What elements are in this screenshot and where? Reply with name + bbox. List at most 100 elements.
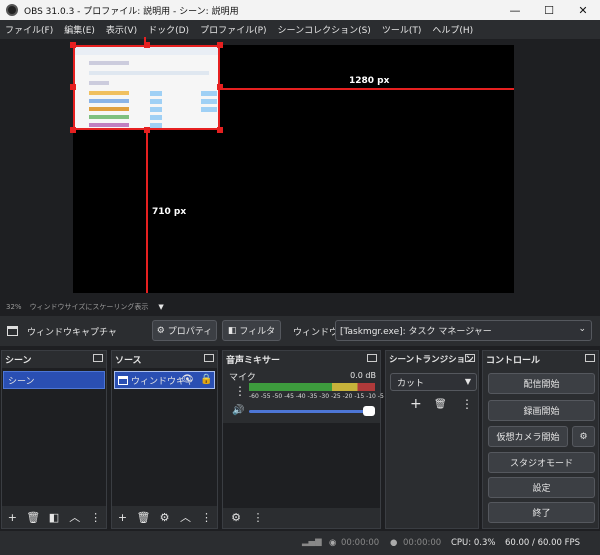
sources-header: ソース bbox=[112, 351, 217, 367]
add-scene-icon[interactable]: + bbox=[2, 511, 23, 524]
trash-icon[interactable]: 🗑 bbox=[133, 511, 154, 524]
move-up-icon[interactable]: ︿ bbox=[64, 509, 85, 525]
menu-view[interactable]: 表示(V) bbox=[101, 23, 143, 36]
scene-filter-icon[interactable]: ◧ bbox=[44, 511, 65, 524]
undock-icon[interactable] bbox=[585, 354, 595, 362]
menu-file[interactable]: ファイル(F) bbox=[0, 23, 59, 36]
obs-logo-icon bbox=[6, 4, 18, 16]
preview-canvas[interactable]: 1280 px 710 px bbox=[70, 37, 514, 293]
chevron-down-icon: ⌄ bbox=[578, 324, 586, 334]
network-signal-icon: ▂▄▆ bbox=[302, 537, 322, 547]
start-streaming-button[interactable]: 配信開始 bbox=[488, 373, 595, 394]
volume-meter bbox=[249, 387, 375, 391]
more-icon[interactable]: ⋮ bbox=[234, 384, 246, 398]
more-icon[interactable]: ⋮ bbox=[461, 397, 473, 411]
track-name: マイク bbox=[229, 373, 256, 383]
exit-button[interactable]: 終了 bbox=[488, 502, 595, 523]
volume-slider-thumb[interactable] bbox=[363, 406, 375, 416]
source-item[interactable]: ウィンドウキャ 👁 🔒 bbox=[114, 371, 215, 389]
minimize-button[interactable]: — bbox=[498, 0, 532, 20]
more-icon[interactable]: ⋮ bbox=[85, 511, 106, 524]
undock-icon[interactable] bbox=[465, 354, 475, 362]
record-status-icon: ● bbox=[390, 538, 398, 548]
mixer-track: マイク 0.0 dB ⋮ -60 -55 -50 -45 -40 -35 -30… bbox=[223, 368, 389, 420]
settings-button[interactable]: 設定 bbox=[488, 477, 595, 498]
studio-mode-button[interactable]: スタジオモード bbox=[488, 452, 595, 473]
eye-icon[interactable]: 👁 bbox=[181, 374, 194, 385]
speaker-icon[interactable]: 🔊 bbox=[232, 405, 244, 416]
rotation-handle-line bbox=[144, 37, 146, 43]
trash-icon[interactable]: 🗑 bbox=[434, 399, 447, 410]
fps-readout: 60.00 / 60.00 FPS bbox=[505, 538, 581, 548]
scenes-list: シーン bbox=[2, 368, 106, 506]
virtual-camera-button[interactable]: 仮想カメラ開始 bbox=[488, 426, 568, 447]
lock-icon[interactable]: 🔒 bbox=[200, 374, 212, 385]
maximize-button[interactable]: ☐ bbox=[532, 0, 566, 20]
sources-toolbar: + 🗑 ⚙ ︿ ⋮ bbox=[112, 506, 217, 528]
menu-dock[interactable]: ドック(D) bbox=[143, 23, 195, 36]
scene-item[interactable]: シーン bbox=[3, 371, 105, 389]
window-title: OBS 31.0.3 - プロファイル: 説明用 - シーン: 説明用 bbox=[24, 6, 239, 17]
captured-window-thumbnail[interactable] bbox=[73, 45, 220, 130]
menu-scene-collection[interactable]: シーンコレクション(S) bbox=[273, 23, 377, 36]
transitions-title: シーントランジション bbox=[389, 355, 474, 365]
height-guide-line bbox=[146, 130, 148, 293]
menu-tools[interactable]: ツール(T) bbox=[377, 23, 428, 36]
transitions-header: シーントランジション bbox=[386, 351, 478, 367]
width-guide-line bbox=[220, 88, 514, 90]
start-recording-button[interactable]: 録画開始 bbox=[488, 400, 595, 421]
status-bar: ▂▄▆ ◉ 00:00:00 ● 00:00:00 CPU: 0.3% 60.0… bbox=[0, 531, 600, 555]
record-time: 00:00:00 bbox=[403, 538, 442, 548]
undock-icon[interactable] bbox=[367, 354, 377, 362]
menu-edit[interactable]: 編集(E) bbox=[59, 23, 101, 36]
filter-icon: ◧ bbox=[227, 325, 237, 336]
gear-icon[interactable]: ⚙ bbox=[154, 511, 175, 524]
advanced-audio-gear-icon[interactable]: ⚙ bbox=[225, 511, 247, 524]
transition-select-value: カット bbox=[397, 378, 425, 389]
trash-icon[interactable]: 🗑 bbox=[23, 511, 44, 524]
caret-down-icon: ▼ bbox=[464, 377, 471, 386]
more-icon[interactable]: ⋮ bbox=[196, 511, 217, 524]
sources-list: ウィンドウキャ 👁 🔒 bbox=[112, 368, 217, 506]
stream-status-icon: ◉ bbox=[329, 538, 337, 548]
window-label: ウィンドウ bbox=[293, 328, 339, 338]
selected-source-name: ウィンドウキャプチャ bbox=[27, 327, 117, 338]
window-select[interactable]: [Taskmgr.exe]: タスク マネージャー ⌄ bbox=[335, 320, 592, 341]
preview-scale-bar: 32% ウィンドウサイズにスケーリング表示 ▼ bbox=[0, 300, 600, 314]
undock-icon[interactable] bbox=[93, 354, 103, 362]
source-toolbar: ウィンドウキャプチャ ⚙ プロパティ ◧ フィルタ ウィンドウ [Taskmgr… bbox=[0, 316, 600, 346]
resize-handle[interactable] bbox=[70, 42, 76, 48]
sources-dock: ソース ウィンドウキャ 👁 🔒 + 🗑 ⚙ ︿ ⋮ bbox=[111, 350, 218, 529]
add-source-icon[interactable]: + bbox=[112, 511, 133, 524]
window-select-value: [Taskmgr.exe]: タスク マネージャー bbox=[340, 327, 492, 337]
volume-slider[interactable] bbox=[249, 410, 371, 413]
sources-title: ソース bbox=[115, 355, 142, 366]
mixer-body: マイク 0.0 dB ⋮ -60 -55 -50 -45 -40 -35 -30… bbox=[223, 368, 389, 508]
more-icon[interactable]: ⋮ bbox=[247, 511, 269, 524]
undock-icon[interactable] bbox=[204, 354, 214, 362]
virtual-camera-settings-gear-icon[interactable]: ⚙ bbox=[572, 426, 595, 447]
menu-profile[interactable]: プロファイル(P) bbox=[195, 23, 272, 36]
resize-handle[interactable] bbox=[70, 84, 76, 90]
scenes-dock: シーン シーン + 🗑 ◧ ︿ ⋮ bbox=[1, 350, 107, 529]
properties-button[interactable]: ⚙ プロパティ bbox=[152, 320, 217, 341]
menu-help[interactable]: ヘルプ(H) bbox=[427, 23, 479, 36]
track-level: 0.0 dB bbox=[350, 371, 376, 380]
resize-handle[interactable] bbox=[70, 127, 76, 133]
resize-handle[interactable] bbox=[217, 127, 223, 133]
scaling-dropdown-icon[interactable]: ▼ bbox=[158, 303, 163, 311]
width-measure-label: 1280 px bbox=[349, 76, 390, 86]
move-up-icon[interactable]: ︿ bbox=[175, 509, 196, 525]
scenes-header: シーン bbox=[2, 351, 106, 367]
filters-button[interactable]: ◧ フィルタ bbox=[222, 320, 281, 341]
transition-select[interactable]: カット ▼ bbox=[390, 373, 477, 391]
add-transition-icon[interactable]: + bbox=[410, 396, 422, 412]
properties-label: プロパティ bbox=[167, 327, 213, 337]
close-button[interactable]: ✕ bbox=[566, 0, 600, 20]
mixer-title: 音声ミキサー bbox=[226, 355, 281, 366]
window-capture-icon bbox=[118, 375, 128, 385]
controls-body: 配信開始 録画開始 仮想カメラ開始 ⚙ スタジオモード 設定 終了 bbox=[483, 368, 598, 528]
resize-handle[interactable] bbox=[217, 42, 223, 48]
mixer-header: 音声ミキサー bbox=[223, 351, 380, 367]
scene-item-label: シーン bbox=[8, 376, 35, 387]
